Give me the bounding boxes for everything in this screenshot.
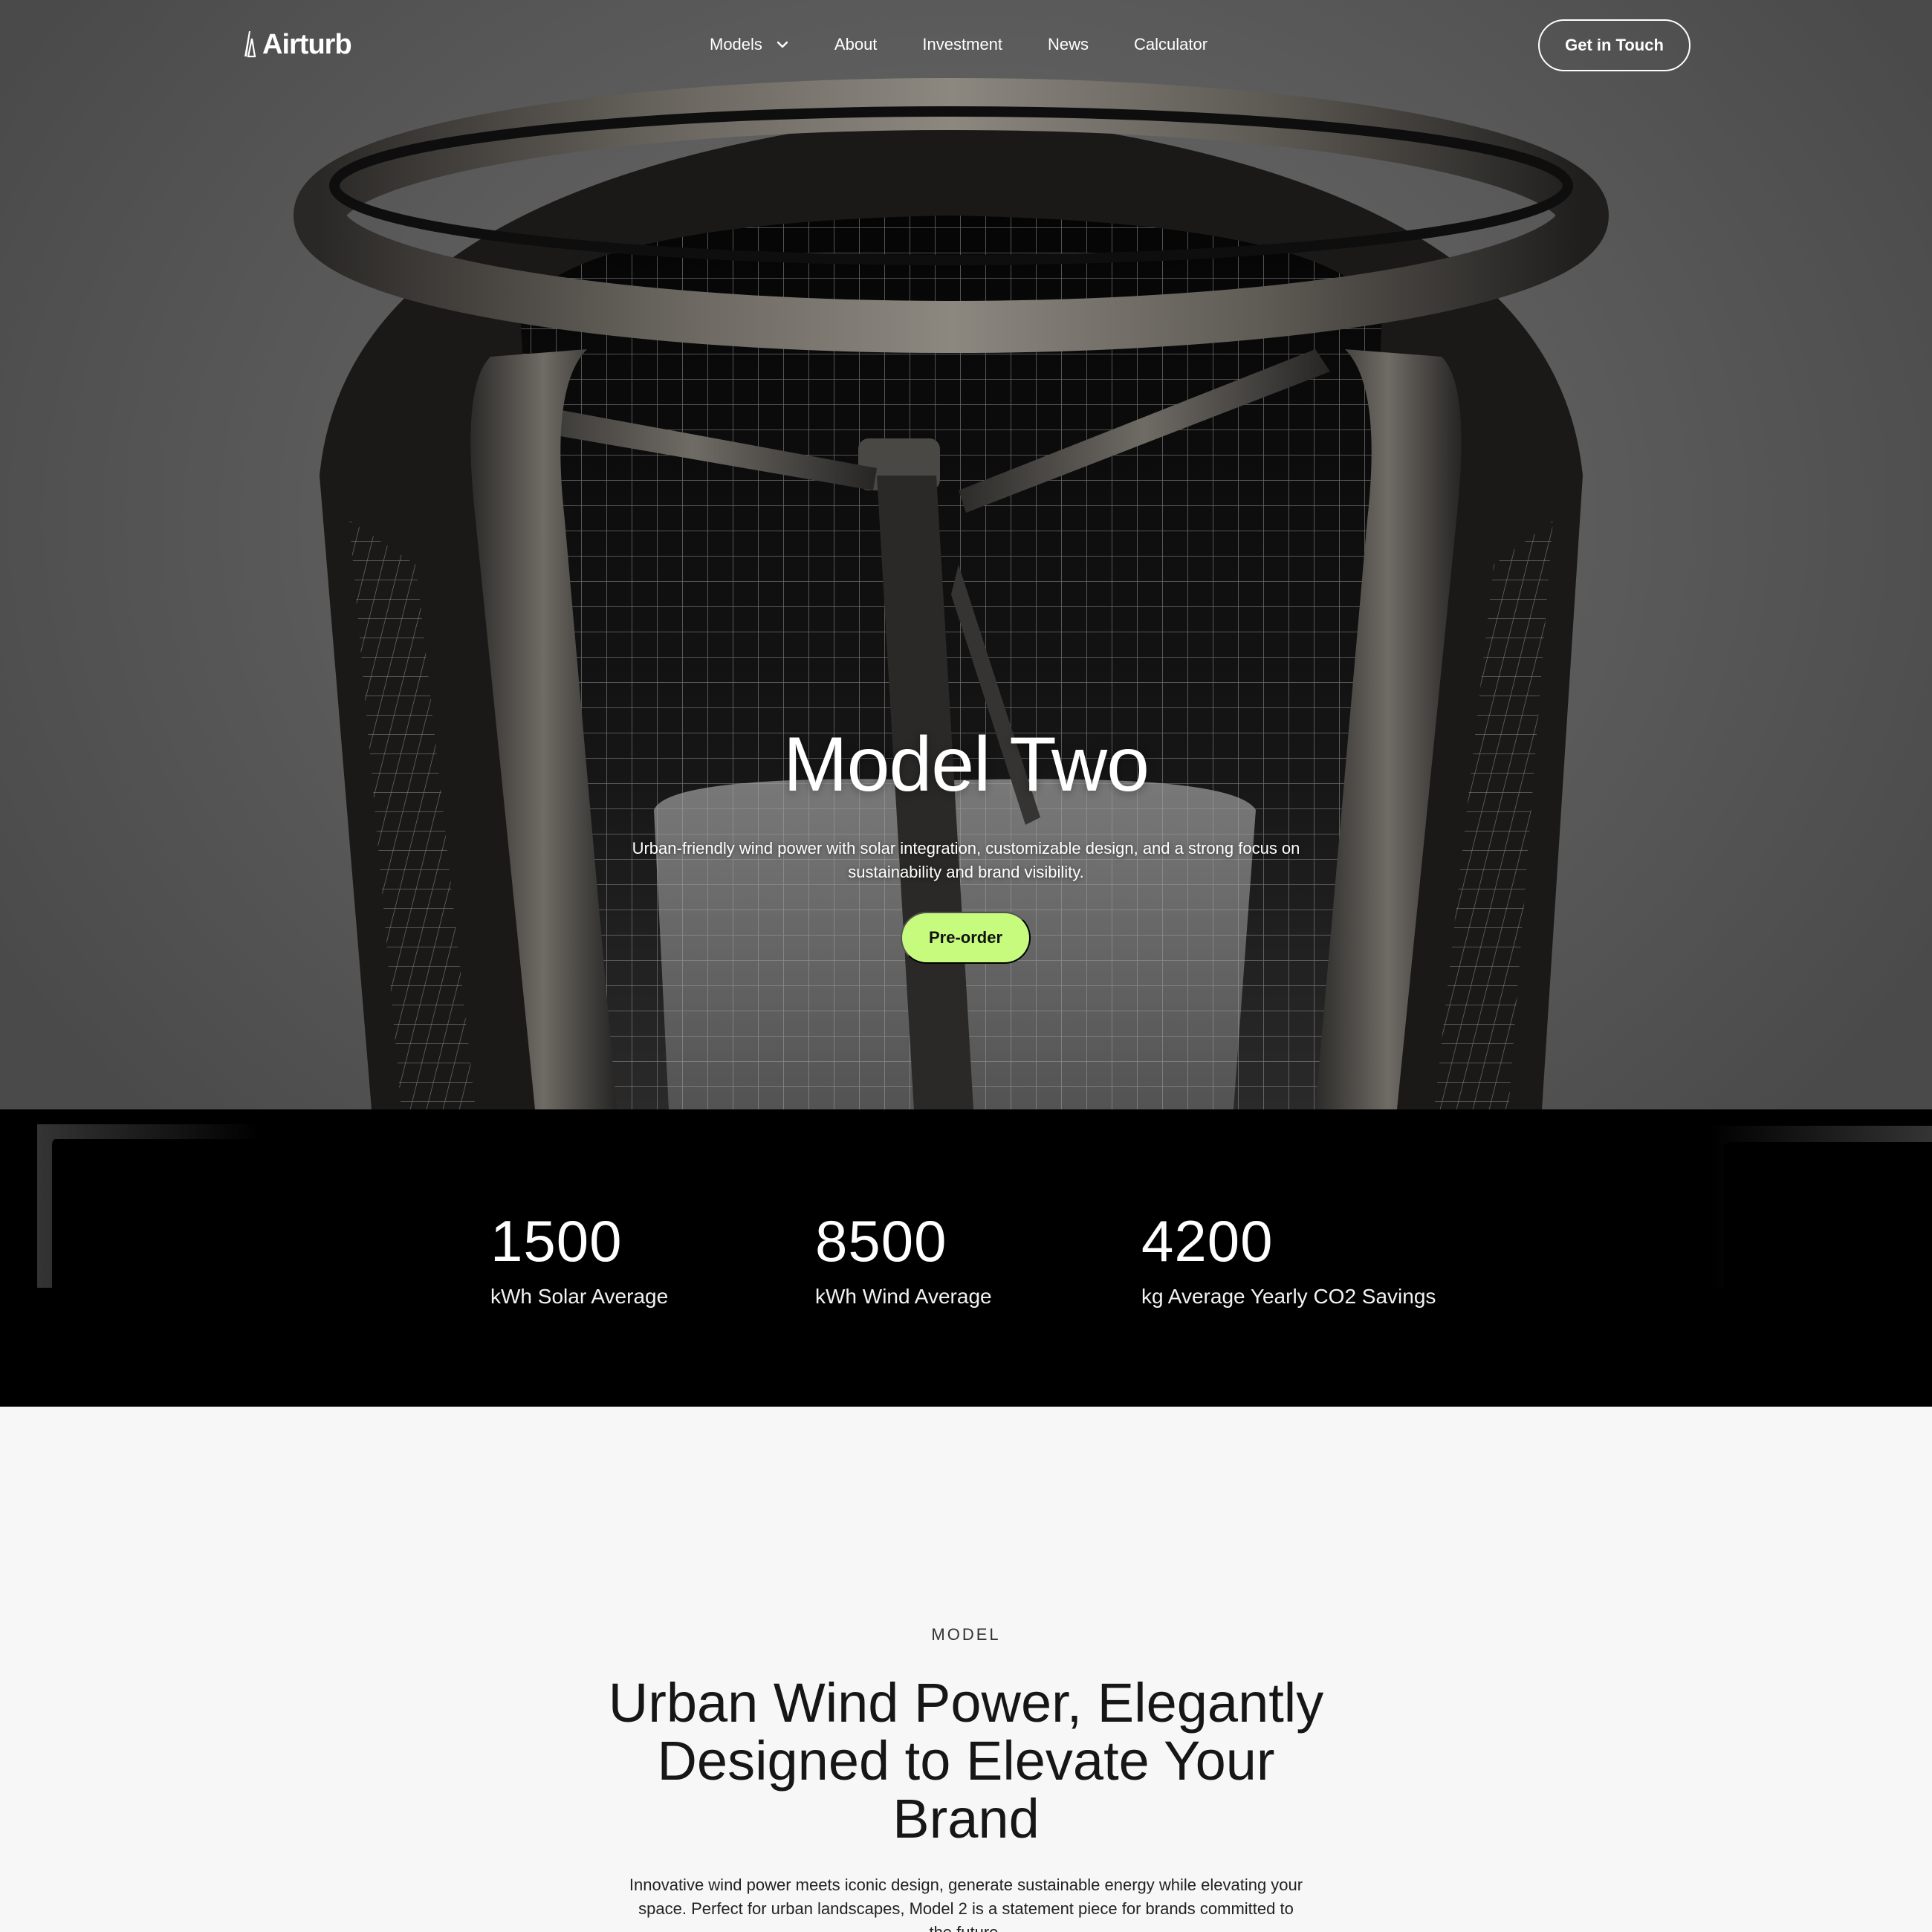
section-title: Urban Wind Power, Elegantly Designed to … — [608, 1672, 1324, 1850]
get-in-touch-button[interactable]: Get in Touch — [1538, 19, 1690, 71]
stat-value: 8500 — [815, 1208, 947, 1274]
nav-item-label: News — [1048, 35, 1089, 54]
stat-label: kWh Solar Average — [490, 1285, 669, 1308]
stat-value: 1500 — [490, 1208, 623, 1274]
section-body: Innovative wind power meets iconic desig… — [629, 1876, 1303, 1932]
section-eyebrow: MODEL — [931, 1625, 1001, 1644]
top-navigation: Airturb Models About Investment News Cal… — [0, 0, 1932, 89]
stats-section: 1500 kWh Solar Average 8500 kWh Wind Ave… — [0, 1109, 1932, 1407]
stat-solar: 1500 kWh Solar Average — [490, 1208, 668, 1312]
stat-label: kg Average Yearly CO2 Savings — [1141, 1285, 1436, 1308]
nav-item-investment[interactable]: Investment — [922, 30, 1002, 59]
hero-subtitle: Urban-friendly wind power with solar int… — [632, 839, 1300, 881]
hero-title: Model Two — [782, 722, 1150, 808]
nav-links: Models About Investment News Calculator — [710, 30, 1253, 59]
stat-wind: 8500 kWh Wind Average — [815, 1208, 992, 1312]
nav-item-label: About — [834, 35, 878, 54]
nav-item-label: Models — [710, 35, 762, 54]
turbine-logo-icon — [244, 31, 256, 58]
stat-co2: 4200 kg Average Yearly CO2 Savings — [1141, 1208, 1436, 1312]
model-section: MODEL Urban Wind Power, Elegantly Design… — [0, 1407, 1932, 1932]
nav-item-label: Calculator — [1134, 35, 1208, 54]
preorder-button[interactable]: Pre-order — [901, 912, 1031, 964]
brand-name: Airturb — [262, 28, 352, 60]
stat-label: kWh Wind Average — [815, 1285, 992, 1308]
chevron-down-icon — [777, 41, 788, 48]
nav-item-models[interactable]: Models — [710, 30, 789, 59]
stat-value: 4200 — [1141, 1208, 1274, 1274]
nav-item-label: Investment — [922, 35, 1003, 54]
nav-item-about[interactable]: About — [834, 30, 878, 59]
nav-item-news[interactable]: News — [1048, 30, 1089, 59]
nav-item-calculator[interactable]: Calculator — [1134, 30, 1208, 59]
hero-section: Airturb Models About Investment News Cal… — [0, 0, 1932, 1109]
brand-logo[interactable]: Airturb — [242, 27, 352, 62]
